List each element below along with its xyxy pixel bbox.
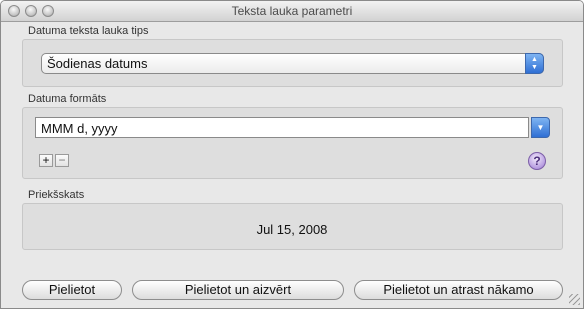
title-bar[interactable]: Teksta lauka parametri	[1, 1, 583, 22]
help-button[interactable]: ?	[528, 152, 546, 170]
date-type-label: Datuma teksta lauka tips	[28, 25, 149, 37]
add-format-button[interactable]: +	[39, 154, 53, 167]
up-down-chevron-icon: ▲ ▼	[525, 53, 544, 74]
date-format-value: MMM d, yyyy	[41, 121, 118, 136]
date-format-field[interactable]: MMM d, yyyy	[35, 117, 529, 138]
apply-button[interactable]: Pielietot	[22, 280, 122, 300]
apply-close-button[interactable]: Pielietot un aizvērt	[132, 280, 344, 300]
resize-grip-icon[interactable]	[569, 294, 580, 305]
remove-format-button[interactable]: −	[55, 154, 69, 167]
preview-label: Priekšskats	[28, 189, 85, 201]
date-type-popup[interactable]: Šodienas datums ▲ ▼	[41, 53, 544, 74]
date-format-label: Datuma formāts	[28, 93, 107, 105]
date-type-selected: Šodienas datums	[47, 56, 148, 71]
preview-value: Jul 15, 2008	[256, 222, 328, 237]
question-mark-icon: ?	[533, 154, 541, 168]
settings-window: Teksta lauka parametri Datuma teksta lau…	[0, 0, 584, 309]
window-title: Teksta lauka parametri	[231, 4, 353, 18]
apply-find-next-button[interactable]: Pielietot un atrast nākamo	[354, 280, 563, 300]
chevron-down-icon: ▼	[536, 123, 545, 132]
date-format-dropdown-button[interactable]: ▼	[531, 117, 550, 138]
